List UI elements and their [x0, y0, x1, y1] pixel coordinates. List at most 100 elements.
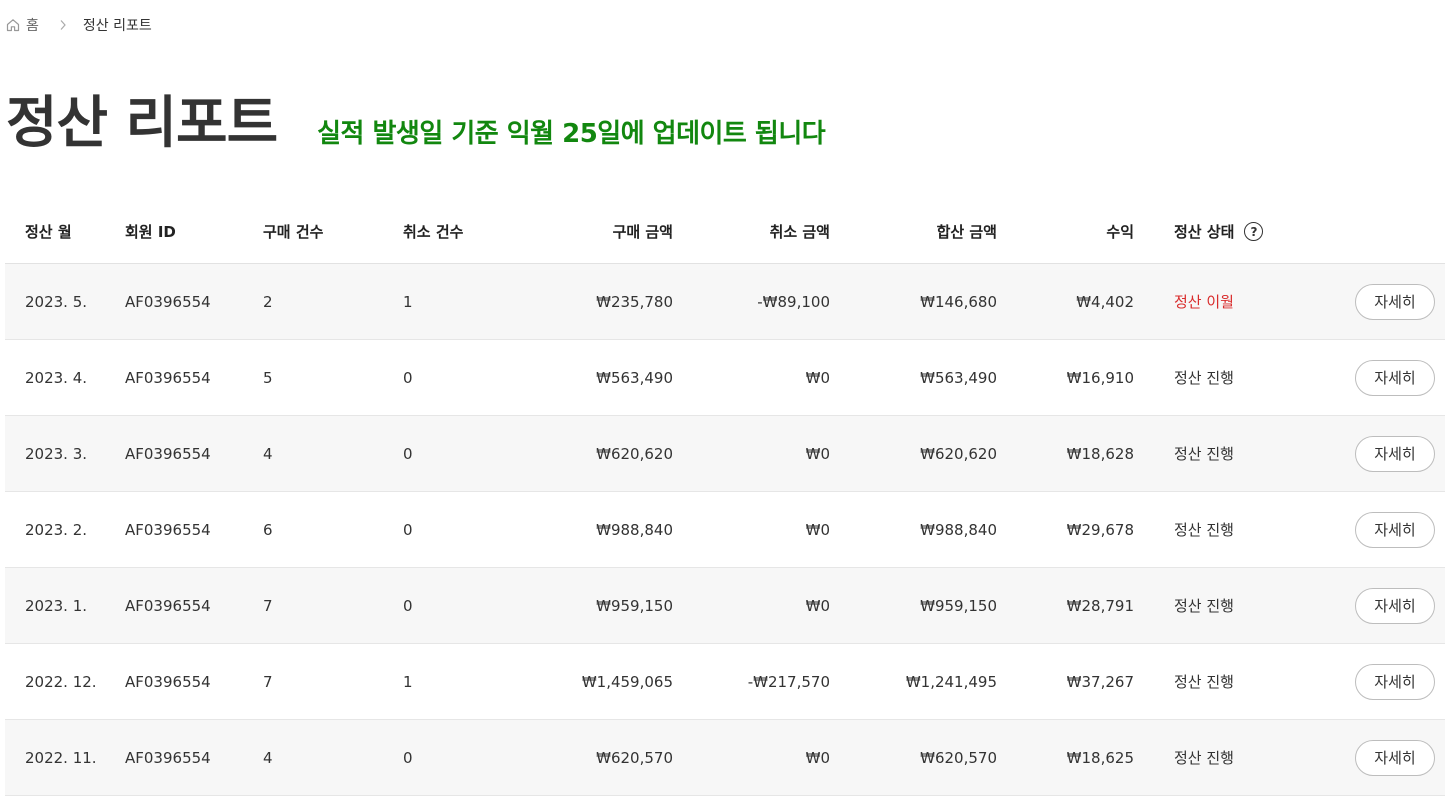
column-header-cancel-amount: 취소 금액	[769, 223, 830, 241]
breadcrumb-home-link[interactable]: 홈	[6, 15, 39, 35]
cell-profit: ₩18,625	[1066, 748, 1134, 767]
cell-status: 정산 진행	[1174, 521, 1234, 539]
cell-cancel-count: 0	[403, 520, 413, 539]
cell-profit: ₩37,267	[1066, 672, 1134, 691]
cell-buy-amount: ₩959,150	[596, 596, 673, 615]
settlement-table: 정산 월 회원 ID 구매 건수 취소 건수 구매 금액 취소 금액 합산 금액…	[5, 200, 1445, 796]
cell-action: 자세히	[1355, 644, 1435, 719]
cell-profit: ₩18,628	[1066, 444, 1134, 463]
cell-month: 2022. 12.	[25, 672, 97, 691]
cell-cancel-count: 0	[403, 444, 413, 463]
cell-total-amount: ₩146,680	[920, 292, 997, 311]
cell-month: 2023. 5.	[25, 292, 88, 311]
column-header-cancel-count: 취소 건수	[403, 223, 464, 241]
cell-buy-count: 6	[263, 520, 273, 539]
cell-cancel-amount: ₩0	[805, 520, 830, 539]
cell-profit: ₩29,678	[1066, 520, 1134, 539]
detail-button[interactable]: 자세히	[1355, 511, 1435, 548]
home-icon	[6, 19, 20, 32]
cell-cancel-count: 1	[403, 292, 413, 311]
cell-cancel-amount: ₩0	[805, 368, 830, 387]
cell-action: 자세히	[1355, 720, 1435, 795]
cell-cancel-count: 0	[403, 368, 413, 387]
cell-cancel-count: 0	[403, 596, 413, 615]
cell-month: 2023. 3.	[25, 444, 88, 463]
column-header-month: 정산 월	[25, 223, 72, 241]
detail-button[interactable]: 자세히	[1355, 283, 1435, 320]
cell-buy-count: 7	[263, 596, 273, 615]
cell-cancel-amount: ₩0	[805, 596, 830, 615]
cell-member-id: AF0396554	[125, 444, 211, 463]
cell-buy-count: 4	[263, 748, 273, 767]
cell-member-id: AF0396554	[125, 672, 211, 691]
cell-buy-amount: ₩620,620	[596, 444, 673, 463]
detail-button[interactable]: 자세히	[1355, 587, 1435, 624]
cell-member-id: AF0396554	[125, 596, 211, 615]
cell-member-id: AF0396554	[125, 368, 211, 387]
cell-buy-count: 5	[263, 368, 273, 387]
cell-status: 정산 진행	[1174, 445, 1234, 463]
cell-cancel-amount: -₩217,570	[747, 672, 830, 691]
cell-cancel-amount: -₩89,100	[757, 292, 830, 311]
cell-total-amount: ₩563,490	[920, 368, 997, 387]
table-body: 2023. 5. AF0396554 2 1 ₩235,780 -₩89,100 ₩146,…	[5, 264, 1445, 796]
cell-action: 자세히	[1355, 340, 1435, 415]
detail-button[interactable]: 자세히	[1355, 663, 1435, 700]
table-row: 2023. 4. AF0396554 5 0 ₩563,490 ₩0 ₩563,490 ₩16…	[5, 340, 1445, 416]
cell-buy-amount: ₩563,490	[596, 368, 673, 387]
cell-total-amount: ₩988,840	[920, 520, 997, 539]
cell-buy-amount: ₩988,840	[596, 520, 673, 539]
cell-member-id: AF0396554	[125, 748, 211, 767]
breadcrumb: 홈 정산 리포트	[6, 15, 152, 35]
cell-buy-count: 2	[263, 292, 273, 311]
column-header-buy-count: 구매 건수	[263, 223, 324, 241]
cell-cancel-count: 0	[403, 748, 413, 767]
table-header: 정산 월 회원 ID 구매 건수 취소 건수 구매 금액 취소 금액 합산 금액…	[5, 200, 1445, 264]
page-title: 정산 리포트	[6, 91, 278, 156]
cell-total-amount: ₩620,620	[920, 444, 997, 463]
page-subtitle: 실적 발생일 기준 익월 25일에 업데이트 됩니다	[317, 119, 826, 149]
cell-total-amount: ₩1,241,495	[905, 672, 997, 691]
column-header-member-id: 회원 ID	[125, 223, 176, 241]
cell-total-amount: ₩959,150	[920, 596, 997, 615]
cell-status: 정산 이월	[1174, 293, 1234, 311]
cell-total-amount: ₩620,570	[920, 748, 997, 767]
cell-cancel-amount: ₩0	[805, 444, 830, 463]
help-icon[interactable]: ?	[1244, 222, 1264, 241]
cell-action: 자세히	[1355, 416, 1435, 491]
column-header-profit: 수익	[1106, 223, 1134, 241]
cell-buy-amount: ₩620,570	[596, 748, 673, 767]
cell-member-id: AF0396554	[125, 292, 211, 311]
cell-buy-count: 4	[263, 444, 273, 463]
cell-status: 정산 진행	[1174, 673, 1234, 691]
detail-button[interactable]: 자세히	[1355, 435, 1435, 472]
cell-buy-count: 7	[263, 672, 273, 691]
cell-cancel-count: 1	[403, 672, 413, 691]
cell-buy-amount: ₩1,459,065	[581, 672, 673, 691]
breadcrumb-current: 정산 리포트	[82, 18, 152, 34]
cell-member-id: AF0396554	[125, 520, 211, 539]
column-header-status-label: 정산 상태	[1174, 223, 1235, 241]
cell-profit: ₩16,910	[1066, 368, 1134, 387]
column-header-total-amount: 합산 금액	[936, 223, 997, 241]
table-row: 2023. 5. AF0396554 2 1 ₩235,780 -₩89,100 ₩146,…	[5, 264, 1445, 340]
table-row: 2023. 2. AF0396554 6 0 ₩988,840 ₩0 ₩988,840 ₩29…	[5, 492, 1445, 568]
column-header-buy-amount: 구매 금액	[612, 223, 673, 241]
chevron-right-icon	[59, 19, 67, 31]
page-header: 정산 리포트 실적 발생일 기준 익월 25일에 업데이트 됩니다	[6, 78, 826, 159]
cell-month: 2022. 11.	[25, 748, 97, 767]
cell-buy-amount: ₩235,780	[596, 292, 673, 311]
cell-cancel-amount: ₩0	[805, 748, 830, 767]
cell-profit: ₩4,402	[1076, 292, 1134, 311]
detail-button[interactable]: 자세히	[1355, 739, 1435, 776]
cell-status: 정산 진행	[1174, 749, 1234, 767]
cell-month: 2023. 1.	[25, 596, 88, 615]
breadcrumb-home-label: 홈	[26, 18, 39, 34]
column-header-status: 정산 상태 ?	[1174, 200, 1264, 263]
table-row: 2023. 1. AF0396554 7 0 ₩959,150 ₩0 ₩959,150 ₩28…	[5, 568, 1445, 644]
cell-status: 정산 진행	[1174, 597, 1234, 615]
table-row: 2023. 3. AF0396554 4 0 ₩620,620 ₩0 ₩620,620 ₩18…	[5, 416, 1445, 492]
cell-profit: ₩28,791	[1066, 596, 1134, 615]
detail-button[interactable]: 자세히	[1355, 359, 1435, 396]
cell-month: 2023. 2.	[25, 520, 88, 539]
